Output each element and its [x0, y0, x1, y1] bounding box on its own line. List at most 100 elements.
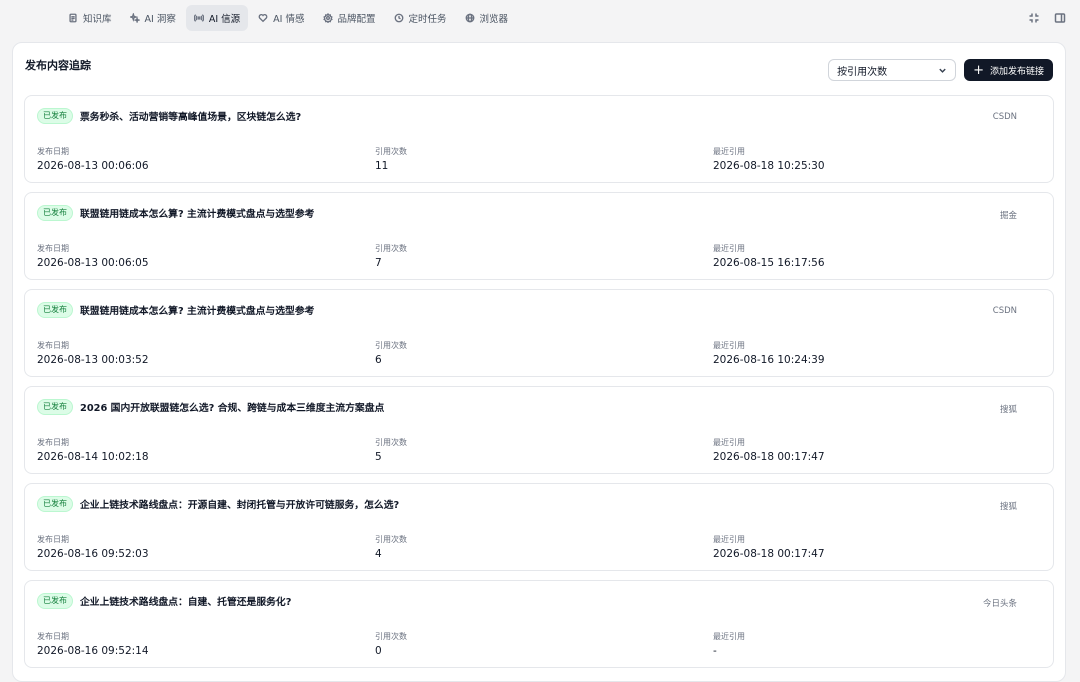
content-title[interactable]: 企业上链技术路线盘点：开源自建、封闭托管与开放许可链服务，怎么选?: [80, 497, 399, 511]
card-head: 已发布 企业上链技术路线盘点：开源自建、封闭托管与开放许可链服务，怎么选?: [37, 496, 399, 512]
status-badge: 已发布: [37, 593, 73, 609]
main-nav: 知识库 AI 洞察 AI 信源 AI 情感 品牌配置 定时任务 浏览器: [60, 5, 1028, 31]
nav-item-label: 浏览器: [479, 14, 509, 25]
source-platform: 搜狐: [999, 405, 1017, 415]
publish-date-label: 发布日期: [37, 244, 69, 253]
last-cited-label: 最近引用: [713, 341, 745, 350]
globe-icon: [465, 13, 474, 23]
publish-date-label: 发布日期: [37, 438, 69, 447]
broadcast-icon: [193, 14, 204, 22]
last-cited-value: 2026-08-18 10:25:30: [713, 160, 825, 172]
card-meta: 发布日期 2026-08-13 00:06:06 引用次数 11 最近引用 20…: [37, 146, 1041, 176]
cite-count-label: 引用次数: [375, 147, 407, 156]
document-icon: [69, 13, 77, 23]
content-card[interactable]: 已发布 企业上链技术路线盘点：自建、托管还是服务化? 今日头条 发布日期 202…: [24, 580, 1054, 668]
content-card[interactable]: 已发布 联盟链用链成本怎么算? 主流计费模式盘点与选型参考 CSDN 发布日期 …: [24, 289, 1054, 377]
publish-date-value: 2026-08-13 00:06:06: [37, 160, 149, 172]
cite-count-field: 引用次数 11: [375, 146, 407, 172]
publish-date-label: 发布日期: [37, 535, 69, 544]
last-cited-value: -: [713, 645, 717, 657]
source-platform: CSDN: [992, 306, 1017, 316]
publish-date-value: 2026-08-13 00:06:05: [37, 257, 149, 269]
panel-controls: 按引用次数 + 添加发布链接: [828, 59, 1053, 81]
gear-icon: [322, 13, 333, 23]
publish-date-value: 2026-08-16 09:52:03: [37, 548, 149, 560]
nav-item-label: 知识库: [83, 14, 112, 25]
cite-count-value: 5: [375, 451, 382, 463]
card-head: 已发布 联盟链用链成本怎么算? 主流计费模式盘点与选型参考: [37, 205, 314, 221]
last-cited-field: 最近引用 2026-08-15 16:17:56: [713, 243, 825, 269]
published-content-panel: 发布内容追踪 按引用次数 + 添加发布链接 已发布 票务秒杀、活动营销等高峰值场…: [12, 42, 1066, 682]
last-cited-label: 最近引用: [713, 147, 745, 156]
status-badge: 已发布: [37, 496, 73, 512]
add-publish-link-button[interactable]: + 添加发布链接: [964, 59, 1053, 81]
status-badge: 已发布: [37, 399, 73, 415]
window-controls: [1028, 12, 1066, 24]
cite-count-value: 0: [375, 645, 382, 657]
content-title[interactable]: 票务秒杀、活动营销等高峰值场景，区块链怎么选?: [80, 109, 301, 123]
cite-count-value: 4: [375, 548, 382, 560]
content-card[interactable]: 已发布 企业上链技术路线盘点：开源自建、封闭托管与开放许可链服务，怎么选? 搜狐…: [24, 483, 1054, 571]
card-meta: 发布日期 2026-08-16 09:52:03 引用次数 4 最近引用 202…: [37, 534, 1041, 564]
last-cited-value: 2026-08-18 00:17:47: [713, 548, 825, 560]
nav-item-knowledge-base[interactable]: 知识库: [60, 5, 120, 31]
nav-item-scheduled-tasks[interactable]: 定时任务: [386, 5, 455, 31]
nav-item-ai-insight[interactable]: AI 洞察: [122, 5, 184, 31]
nav-item-ai-sentiment[interactable]: AI 情感: [250, 5, 312, 31]
content-title[interactable]: 企业上链技术路线盘点：自建、托管还是服务化?: [80, 594, 291, 608]
sort-select[interactable]: 按引用次数: [828, 59, 957, 81]
status-badge: 已发布: [37, 205, 73, 221]
content-card[interactable]: 已发布 票务秒杀、活动营销等高峰值场景，区块链怎么选? CSDN 发布日期 20…: [24, 95, 1054, 183]
publish-date-field: 发布日期 2026-08-16 09:52:03: [37, 534, 149, 560]
nav-item-browser[interactable]: 浏览器: [457, 5, 517, 31]
add-button-label: 添加发布链接: [989, 66, 1044, 77]
heart-icon: [258, 14, 268, 23]
publish-date-label: 发布日期: [37, 341, 69, 350]
last-cited-value: 2026-08-15 16:17:56: [713, 257, 825, 269]
cite-count-field: 引用次数 7: [375, 243, 407, 269]
card-meta: 发布日期 2026-08-14 10:02:18 引用次数 5 最近引用 202…: [37, 437, 1041, 467]
last-cited-field: 最近引用 2026-08-18 00:17:47: [713, 534, 825, 560]
content-card[interactable]: 已发布 2026 国内开放联盟链怎么选? 合规、跨链与成本三维度主流方案盘点 搜…: [24, 386, 1054, 474]
nav-item-ai-source[interactable]: AI 信源: [185, 5, 249, 31]
publish-date-field: 发布日期 2026-08-13 00:03:52: [37, 340, 149, 366]
top-navigation-bar: 知识库 AI 洞察 AI 信源 AI 情感 品牌配置 定时任务 浏览器: [0, 0, 1080, 36]
collapse-icon[interactable]: [1028, 12, 1040, 24]
nav-item-brand-config[interactable]: 品牌配置: [315, 5, 384, 31]
last-cited-label: 最近引用: [713, 438, 745, 447]
last-cited-value: 2026-08-18 00:17:47: [713, 451, 825, 463]
sparkle-icon: [129, 13, 140, 23]
cite-count-value: 11: [375, 160, 389, 172]
publish-date-label: 发布日期: [37, 632, 69, 641]
source-platform: 掘金: [999, 211, 1017, 221]
content-title[interactable]: 联盟链用链成本怎么算? 主流计费模式盘点与选型参考: [80, 303, 314, 317]
cite-count-field: 引用次数 0: [375, 631, 407, 657]
last-cited-field: 最近引用 -: [713, 631, 745, 657]
card-head: 已发布 2026 国内开放联盟链怎么选? 合规、跨链与成本三维度主流方案盘点: [37, 399, 384, 415]
last-cited-label: 最近引用: [713, 535, 745, 544]
publish-date-value: 2026-08-14 10:02:18: [37, 451, 149, 463]
source-platform: 搜狐: [999, 502, 1017, 512]
sidebar-toggle-icon[interactable]: [1054, 12, 1066, 24]
card-meta: 发布日期 2026-08-13 00:03:52 引用次数 6 最近引用 202…: [37, 340, 1041, 370]
content-list: 已发布 票务秒杀、活动营销等高峰值场景，区块链怎么选? CSDN 发布日期 20…: [13, 95, 1065, 668]
clock-icon: [394, 13, 403, 23]
last-cited-label: 最近引用: [713, 632, 745, 641]
status-badge: 已发布: [37, 108, 73, 124]
panel-title: 发布内容追踪: [25, 59, 91, 72]
nav-item-label: 品牌配置: [337, 14, 376, 25]
cite-count-value: 7: [375, 257, 382, 269]
content-card[interactable]: 已发布 联盟链用链成本怎么算? 主流计费模式盘点与选型参考 掘金 发布日期 20…: [24, 192, 1054, 280]
cite-count-value: 6: [375, 354, 382, 366]
publish-date-field: 发布日期 2026-08-14 10:02:18: [37, 437, 149, 463]
publish-date-field: 发布日期 2026-08-13 00:06:06: [37, 146, 149, 172]
nav-item-label: AI 情感: [273, 14, 305, 25]
content-title[interactable]: 联盟链用链成本怎么算? 主流计费模式盘点与选型参考: [80, 206, 314, 220]
cite-count-label: 引用次数: [375, 438, 407, 447]
sort-select-value: 按引用次数: [837, 66, 888, 78]
publish-date-value: 2026-08-13 00:03:52: [37, 354, 149, 366]
cite-count-label: 引用次数: [375, 341, 407, 350]
nav-item-label: 定时任务: [408, 14, 447, 25]
cite-count-label: 引用次数: [375, 244, 407, 253]
content-title[interactable]: 2026 国内开放联盟链怎么选? 合规、跨链与成本三维度主流方案盘点: [80, 400, 384, 414]
